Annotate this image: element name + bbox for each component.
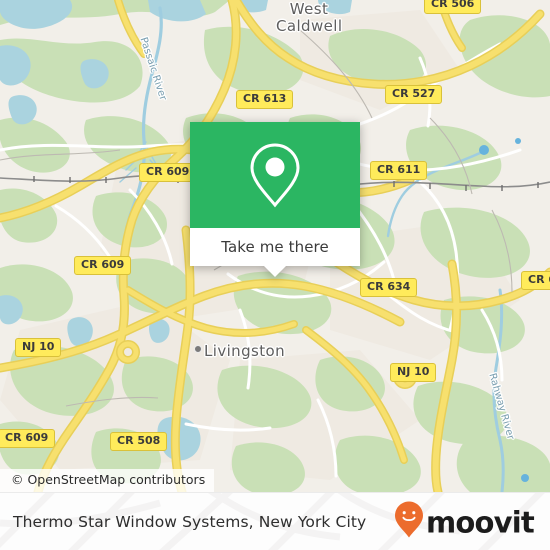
- road-shield-cr-527: CR 527: [385, 85, 443, 104]
- card-action-bar[interactable]: Take me there: [190, 228, 360, 266]
- moovit-pin-smiley-icon: [394, 501, 424, 544]
- footer-place-title: Thermo Star Window Systems, New York Cit…: [13, 513, 367, 531]
- card-pointer-triangle: [264, 266, 286, 277]
- moovit-logo[interactable]: moovit: [394, 501, 535, 544]
- map-area[interactable]: West Caldwell Livingston Passaic River R…: [0, 0, 550, 492]
- road-shield-cr-508: CR 508: [110, 432, 168, 451]
- road-shield-nj-10-east: NJ 10: [390, 363, 437, 382]
- road-shield-cr-634: CR 634: [360, 278, 418, 297]
- road-shield-cr-609-north: CR 609: [139, 163, 197, 182]
- moovit-wordmark: moovit: [426, 505, 535, 539]
- take-me-there-label: Take me there: [221, 238, 329, 256]
- road-shield-cr-611: CR 611: [370, 161, 428, 180]
- location-info-card[interactable]: Take me there: [190, 122, 360, 277]
- road-shield-cr-63: CR 63: [521, 271, 550, 290]
- road-shield-cr-609-south: CR 609: [0, 429, 56, 448]
- footer-bar: Thermo Star Window Systems, New York Cit…: [0, 492, 550, 550]
- road-shield-cr-613: CR 613: [236, 90, 294, 109]
- map-pin-icon: [247, 141, 303, 209]
- road-shield-nj-10-west: NJ 10: [15, 338, 62, 357]
- moovit-map-screenshot: West Caldwell Livingston Passaic River R…: [0, 0, 550, 550]
- card-header: [190, 122, 360, 228]
- road-shield-cr-609-west: CR 609: [74, 256, 132, 275]
- road-shield-cr-506: CR 506: [424, 0, 482, 14]
- map-attribution[interactable]: © OpenStreetMap contributors: [0, 469, 215, 492]
- map-place-dot-livingston: [194, 345, 202, 353]
